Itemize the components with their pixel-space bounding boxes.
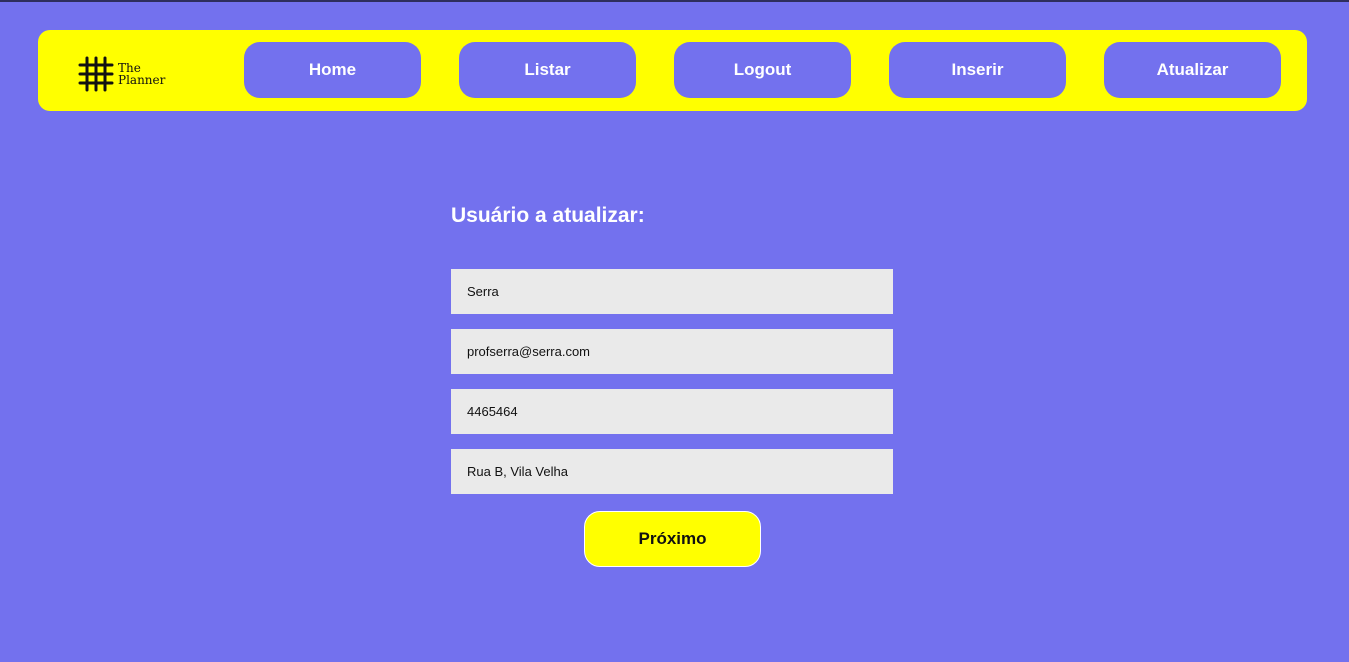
top-navbar: The Planner Home Listar Logout Inserir A… [38,30,1307,111]
logo-text-line2: Planner [118,73,166,87]
phone-field[interactable] [451,389,893,434]
nav-listar-button[interactable]: Listar [459,42,636,98]
hash-grid-icon [78,56,114,92]
email-field[interactable] [451,329,893,374]
logo-text: The Planner [118,62,165,86]
form-title: Usuário a atualizar: [451,204,645,227]
nav-inserir-button[interactable]: Inserir [889,42,1066,98]
name-field[interactable] [451,269,893,314]
nav-logout-button[interactable]: Logout [674,42,851,98]
address-field[interactable] [451,449,893,494]
logo[interactable]: The Planner [78,54,178,94]
next-button[interactable]: Próximo [584,511,761,567]
nav-atualizar-button[interactable]: Atualizar [1104,42,1281,98]
nav-home-button[interactable]: Home [244,42,421,98]
